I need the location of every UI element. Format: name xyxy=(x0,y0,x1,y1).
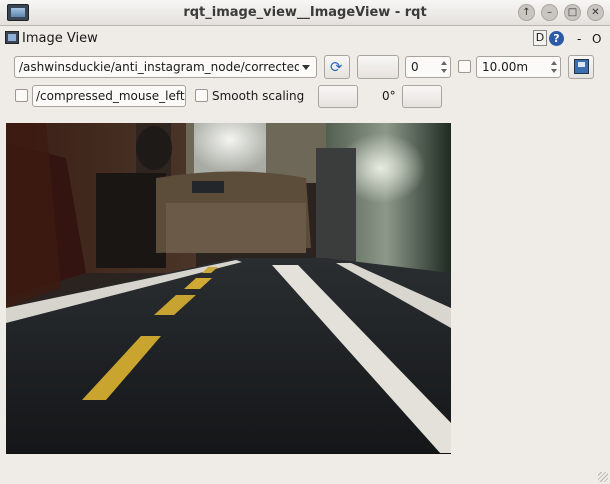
close-button[interactable]: ✕ xyxy=(587,4,604,21)
topic-select[interactable]: /ashwinsduckie/anti_instagram_node/corre… xyxy=(14,56,317,78)
range-checkbox[interactable] xyxy=(458,60,471,73)
help-up-icon[interactable]: ↑ xyxy=(518,4,535,21)
rotate-right-button[interactable] xyxy=(402,85,442,108)
rotation-label: 0° xyxy=(382,89,396,103)
panel-minimize-button[interactable]: - xyxy=(577,32,581,46)
mouse-topic-input[interactable]: /compressed_mouse_left xyxy=(32,85,186,107)
window-controls: ↑ – □ ✕ xyxy=(518,4,604,21)
panel-title: Image View xyxy=(22,31,98,46)
minimize-button[interactable]: – xyxy=(541,4,558,21)
spin-up-icon[interactable] xyxy=(551,61,557,65)
max-range-spinbox[interactable]: 10.00m xyxy=(476,56,561,78)
save-image-button[interactable] xyxy=(568,55,594,79)
refresh-button[interactable]: ⟳ xyxy=(324,55,350,79)
spin-up-icon[interactable] xyxy=(441,61,447,65)
mouse-publish-checkbox[interactable] xyxy=(15,89,28,102)
maximize-button[interactable]: □ xyxy=(564,4,581,21)
chevron-down-icon xyxy=(302,65,310,70)
smooth-scaling-checkbox[interactable] xyxy=(195,89,208,102)
spin-down-icon[interactable] xyxy=(551,69,557,73)
resize-grip[interactable] xyxy=(598,472,608,482)
dock-d-button[interactable]: D xyxy=(533,30,547,46)
max-range-value: 10.00m xyxy=(482,60,529,74)
title-bar: rqt_image_view__ImageView - rqt ↑ – □ ✕ xyxy=(0,0,610,26)
panel-close-button[interactable]: O xyxy=(592,32,601,46)
camera-image[interactable] xyxy=(6,123,451,454)
topic-select-value: /ashwinsduckie/anti_instagram_node/corre… xyxy=(19,60,299,74)
save-icon xyxy=(574,59,589,74)
image-view-icon xyxy=(5,31,19,44)
road-scene-image xyxy=(6,123,451,454)
help-icon[interactable]: ? xyxy=(549,31,564,46)
spin-down-icon[interactable] xyxy=(441,69,447,73)
refresh-icon: ⟳ xyxy=(330,58,343,76)
panel-header: Image View xyxy=(0,28,610,50)
value-spinbox[interactable]: 0 xyxy=(405,56,451,78)
value-spinbox-text: 0 xyxy=(411,60,419,74)
rotate-left-button[interactable] xyxy=(318,85,358,108)
smooth-scaling-label: Smooth scaling xyxy=(212,89,305,103)
topic-option-button[interactable] xyxy=(357,55,399,79)
